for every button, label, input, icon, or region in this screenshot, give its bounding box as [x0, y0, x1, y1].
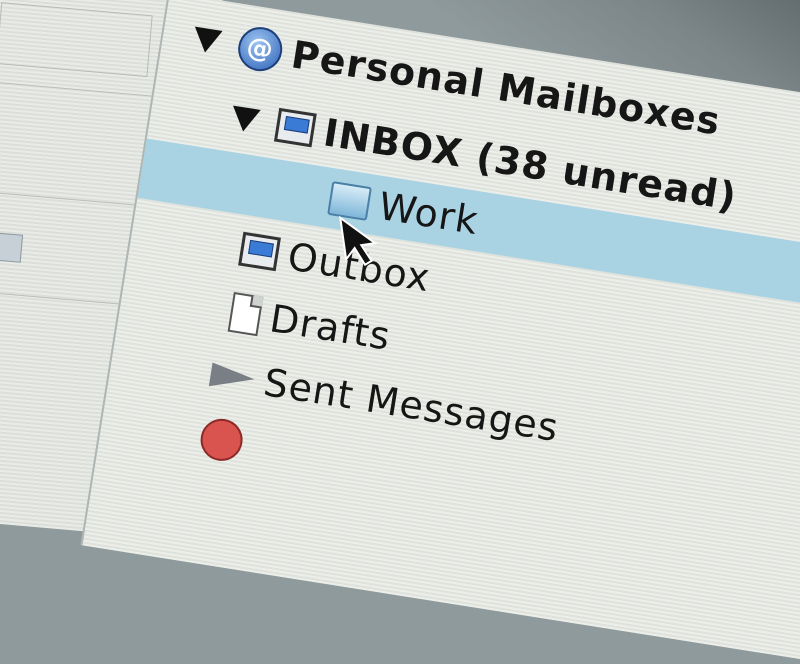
document-icon	[227, 291, 264, 337]
mailbox-list: @ Personal Mailboxes INBOX (38 unread) W…	[80, 0, 800, 664]
at-sign-icon: @	[235, 23, 286, 75]
background-panel-box	[0, 2, 153, 78]
mailbox-label-drafts: Drafts	[266, 296, 394, 359]
disclosure-triangle-icon[interactable]	[191, 26, 223, 55]
inbox-tray-icon	[273, 107, 317, 148]
mailbox-label-work: Work	[375, 183, 482, 244]
disclosure-triangle-icon[interactable]	[229, 105, 261, 134]
background-thumbnail	[0, 232, 24, 263]
outbox-tray-icon	[238, 231, 281, 272]
mouse-pointer-icon	[338, 215, 378, 267]
trash-icon	[197, 415, 246, 464]
paper-plane-icon	[209, 359, 257, 396]
